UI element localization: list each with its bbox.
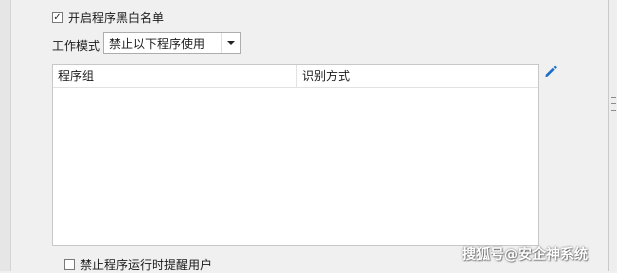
chevron-down-icon[interactable] [221, 33, 240, 53]
prompt-user-checkbox[interactable] [64, 259, 75, 270]
whitelist-label: 开启程序黑白名单 [68, 11, 165, 25]
pencil-icon[interactable] [543, 64, 558, 79]
work-mode-value: 禁止以下程序使用 [109, 36, 206, 51]
prompt-user-toggle-row[interactable]: 禁止程序运行时提醒用户 [64, 256, 212, 273]
splitter-grip[interactable] [611, 97, 616, 111]
work-mode-select[interactable]: 禁止以下程序使用 [103, 32, 241, 54]
prompt-user-label: 禁止程序运行时提醒用户 [80, 258, 213, 272]
column-header-program-group[interactable]: 程序组 [53, 65, 297, 87]
table-header: 程序组 识别方式 [53, 65, 538, 88]
whitelist-checkbox[interactable]: ✓ [52, 12, 63, 23]
watermark: 搜狐号@安企神系统 [462, 247, 588, 263]
right-panel-edge [608, 0, 617, 271]
program-group-table: 程序组 识别方式 [52, 64, 539, 246]
column-header-identify-method[interactable]: 识别方式 [297, 65, 538, 87]
whitelist-toggle-row[interactable]: ✓ 开启程序黑白名单 [52, 9, 164, 26]
left-panel-edge [0, 0, 11, 271]
work-mode-label: 工作模式 [52, 39, 101, 53]
